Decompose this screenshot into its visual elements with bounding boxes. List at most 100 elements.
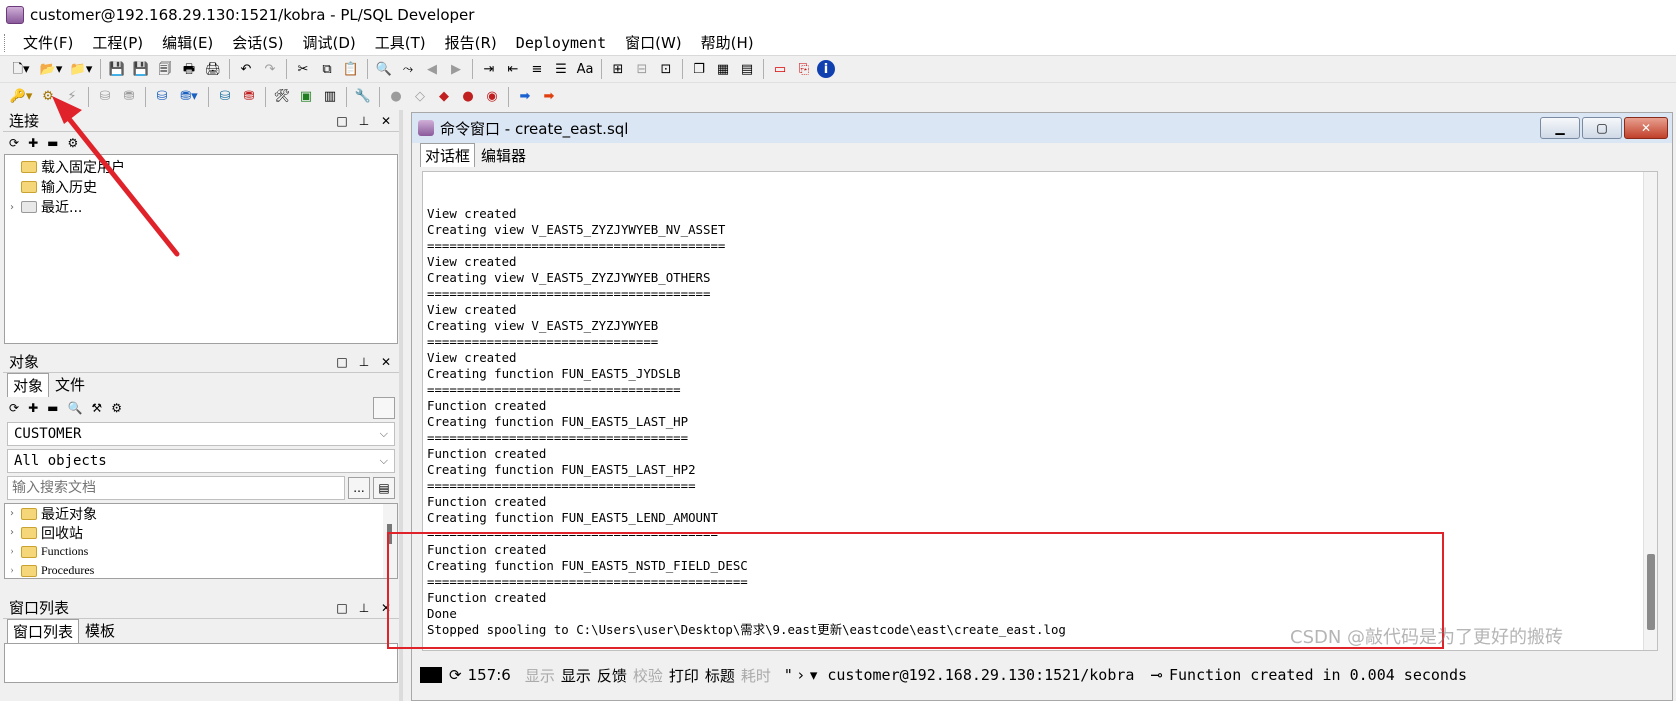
- pdf-icon[interactable]: ⎘: [793, 58, 815, 80]
- sql-database-icon[interactable]: ⛃▾: [175, 86, 203, 108]
- database-icon[interactable]: ⛁: [151, 86, 173, 108]
- comment-icon[interactable]: ≡: [526, 58, 548, 80]
- find-icon[interactable]: 🔍: [67, 401, 82, 415]
- search-input[interactable]: [7, 476, 345, 500]
- tile-icon[interactable]: ▦: [712, 58, 734, 80]
- find-icon[interactable]: 🔍: [373, 58, 395, 80]
- timing-button[interactable]: 耗时: [738, 665, 774, 686]
- properties-icon[interactable]: ⚙: [67, 136, 78, 150]
- show-button-disabled[interactable]: 显示: [522, 665, 558, 686]
- forward-icon[interactable]: ▶: [445, 58, 467, 80]
- red-cube-icon[interactable]: ◆: [433, 86, 455, 108]
- pin-icon[interactable]: ⊥: [357, 355, 371, 369]
- key-icon[interactable]: 🔑▾: [7, 86, 35, 108]
- add-icon[interactable]: ✚: [28, 136, 38, 150]
- remove-icon[interactable]: ▬: [47, 401, 58, 415]
- open-folder-icon[interactable]: 📂▾: [37, 58, 65, 80]
- wrench-icon[interactable]: 🔧: [352, 86, 374, 108]
- tab-window-list[interactable]: 窗口列表: [7, 619, 80, 643]
- chevron-right-icon[interactable]: ›: [795, 666, 807, 684]
- restore-icon[interactable]: □: [335, 355, 349, 369]
- back-icon[interactable]: ◀: [421, 58, 443, 80]
- case-icon[interactable]: Aa: [574, 58, 596, 80]
- list-item[interactable]: › 最近对象: [5, 504, 397, 523]
- refresh-icon[interactable]: ⟳: [446, 666, 465, 684]
- print-preview-icon[interactable]: 🖨: [202, 58, 224, 80]
- search-doc-icon[interactable]: ▤: [373, 477, 395, 499]
- maximize-button[interactable]: ▢: [1582, 117, 1622, 139]
- tab-templates[interactable]: 模板: [79, 618, 121, 643]
- save-as-icon[interactable]: 💾: [130, 58, 152, 80]
- rollback-icon[interactable]: ⛃: [118, 86, 140, 108]
- list-item[interactable]: 载入固定用户: [5, 157, 397, 177]
- open-recent-icon[interactable]: 📁▾: [67, 58, 95, 80]
- break-icon[interactable]: ⊟: [631, 58, 653, 80]
- show-button[interactable]: 显示: [558, 665, 594, 686]
- feedback-button[interactable]: 反馈: [594, 665, 630, 686]
- menu-help[interactable]: 帮助(H): [691, 32, 763, 53]
- command-output[interactable]: View created Creating view V_EAST5_ZYZJYW…: [422, 171, 1658, 651]
- menu-tools[interactable]: 工具(T): [365, 32, 435, 53]
- execute-gear-icon[interactable]: ⚙: [37, 86, 59, 108]
- report-icon[interactable]: ▥: [319, 86, 341, 108]
- list-item[interactable]: › Functions: [5, 542, 397, 561]
- run-icon[interactable]: ◉: [481, 86, 503, 108]
- filter-combo[interactable]: All objects ⌵: [7, 449, 395, 473]
- close-icon[interactable]: ✕: [379, 601, 393, 615]
- eraser-icon[interactable]: ◇: [409, 86, 431, 108]
- pin-icon[interactable]: ⊥: [357, 601, 371, 615]
- menu-session[interactable]: 会话(S): [222, 32, 292, 53]
- user-combo[interactable]: CUSTOMER ⌵: [7, 422, 395, 446]
- indent-icon[interactable]: ⇥: [478, 58, 500, 80]
- breakpoint-icon[interactable]: ●: [457, 86, 479, 108]
- print-button[interactable]: 打印: [666, 665, 702, 686]
- break-execution-icon[interactable]: ⚡: [61, 86, 83, 108]
- quote-icon[interactable]: ": [782, 666, 795, 684]
- menu-window[interactable]: 窗口(W): [615, 32, 691, 53]
- tab-files[interactable]: 文件: [49, 372, 91, 397]
- oracle-icon[interactable]: ▭: [769, 58, 791, 80]
- list-item[interactable]: › 回收站: [5, 523, 397, 542]
- pin-icon[interactable]: ⊥: [357, 114, 371, 128]
- dropdown-icon[interactable]: ▾: [807, 666, 821, 684]
- add-icon[interactable]: ✚: [28, 401, 38, 415]
- objects-tree-scrollbar[interactable]: [383, 504, 397, 578]
- close-button[interactable]: ✕: [1624, 117, 1668, 139]
- menu-reports[interactable]: 报告(R): [435, 32, 506, 53]
- list-item[interactable]: › 最近...: [5, 197, 397, 217]
- remove-icon[interactable]: ▬: [47, 136, 58, 150]
- color-box[interactable]: [373, 397, 395, 419]
- output-scrollbar[interactable]: [1643, 172, 1657, 650]
- arrow-right-blue-icon[interactable]: ➡: [514, 86, 536, 108]
- menu-project[interactable]: 工程(P): [82, 32, 152, 53]
- calc-icon[interactable]: ▣: [295, 86, 317, 108]
- execute-window-icon[interactable]: ⊞: [607, 58, 629, 80]
- info-icon[interactable]: i: [817, 60, 835, 78]
- tab-objects[interactable]: 对象: [7, 373, 50, 397]
- commit-icon[interactable]: ⛁: [94, 86, 116, 108]
- print-icon[interactable]: 🖶: [178, 58, 200, 80]
- debug-icon[interactable]: ●: [385, 86, 407, 108]
- restore-icon[interactable]: □: [335, 114, 349, 128]
- scrollbar-thumb[interactable]: [1647, 554, 1655, 630]
- close-icon[interactable]: ✕: [379, 355, 393, 369]
- refresh-icon[interactable]: ⟳: [9, 136, 19, 150]
- minimize-button[interactable]: ▁: [1540, 117, 1580, 139]
- arrow-right-red-icon[interactable]: ➡: [538, 86, 560, 108]
- tools-icon[interactable]: 🛠: [271, 86, 293, 108]
- menu-edit[interactable]: 编辑(E): [152, 32, 222, 53]
- new-icon[interactable]: 🗋▾: [7, 58, 35, 80]
- menu-deployment[interactable]: Deployment: [506, 34, 615, 52]
- unindent-icon[interactable]: ⇤: [502, 58, 524, 80]
- copy-icon[interactable]: ⧉: [316, 58, 338, 80]
- heading-button[interactable]: 标题: [702, 665, 738, 686]
- properties-icon[interactable]: ⚙: [111, 401, 122, 415]
- restore-icon[interactable]: □: [335, 601, 349, 615]
- undo-icon[interactable]: ↶: [235, 58, 257, 80]
- cascade-icon[interactable]: ❐: [688, 58, 710, 80]
- uncomment-icon[interactable]: ☰: [550, 58, 572, 80]
- tab-editor[interactable]: 编辑器: [477, 144, 530, 167]
- close-icon[interactable]: ✕: [379, 114, 393, 128]
- connect-db-icon[interactable]: ⛁: [214, 86, 236, 108]
- list-item[interactable]: 输入历史: [5, 177, 397, 197]
